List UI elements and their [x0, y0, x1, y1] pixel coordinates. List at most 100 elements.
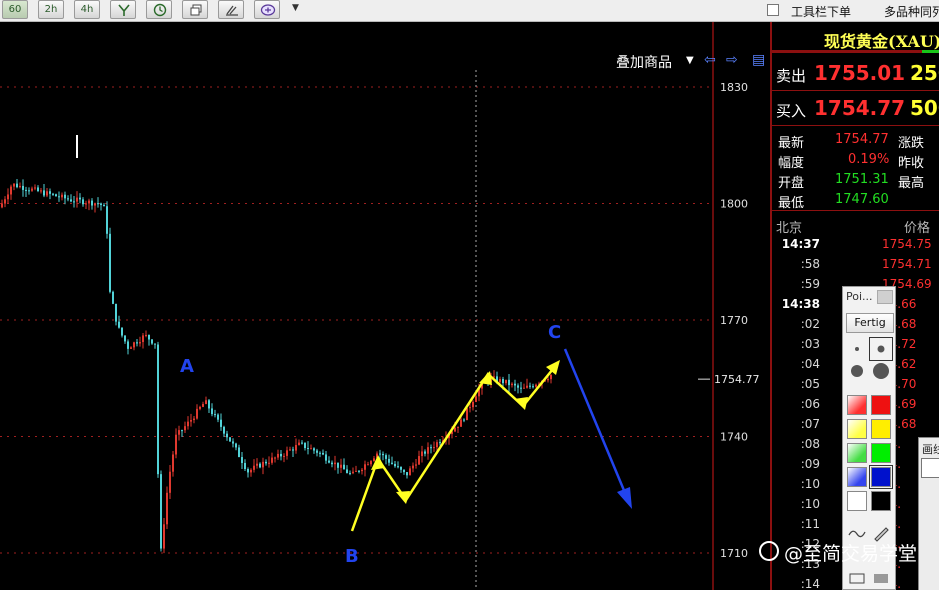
drawing-popup[interactable]: 画线	[918, 437, 939, 590]
candle-body	[337, 462, 339, 468]
candle-body	[364, 464, 366, 470]
projection-arrow[interactable]	[563, 348, 630, 501]
palette-title: Poi...	[846, 290, 873, 303]
windows-button[interactable]	[182, 0, 208, 19]
ask-row[interactable]: 卖出 1755.01 250	[772, 59, 939, 91]
candle-body	[397, 466, 399, 468]
candle-body	[118, 321, 120, 328]
candle-body	[430, 447, 432, 449]
candle-body	[523, 387, 525, 389]
candle-body	[289, 449, 291, 451]
chevron-down-icon[interactable]: ▼	[686, 55, 694, 66]
draw-tool-button[interactable]	[218, 0, 244, 19]
period-60-button[interactable]: 60	[2, 0, 28, 19]
multi-product-button[interactable]: 多品种同列	[884, 3, 939, 20]
candle-body	[109, 233, 111, 292]
bid-row[interactable]: 买入 1754.77 500	[772, 94, 939, 126]
candle-body	[52, 193, 54, 195]
toolbox-button[interactable]	[254, 0, 280, 19]
point-small-button[interactable]	[847, 339, 867, 359]
windows-icon	[190, 4, 202, 16]
candle-body	[256, 463, 258, 466]
candle-body	[43, 190, 45, 196]
candle-body	[298, 442, 300, 446]
overlay-product-dropdown[interactable]: 叠加商品	[616, 52, 672, 72]
label-a: A	[180, 356, 194, 377]
candle-body	[193, 418, 195, 421]
period-4h-button[interactable]: 4h	[74, 0, 100, 19]
open-value: 1751.31	[835, 172, 889, 187]
candle-body	[253, 465, 255, 470]
nav-left-icon[interactable]: ⇦	[704, 52, 716, 68]
period-2h-button[interactable]: 2h	[38, 0, 64, 19]
tick-time: :58	[800, 257, 820, 271]
candle-body	[145, 334, 147, 336]
latest-value: 1754.77	[835, 132, 889, 147]
candle-body	[121, 327, 123, 336]
candle-body	[502, 378, 504, 384]
candle-body	[406, 472, 408, 476]
candle-body	[358, 470, 360, 472]
palette-close-button[interactable]	[877, 290, 893, 304]
toolbar-order-checkbox[interactable]	[767, 4, 779, 16]
point-xlarge-button[interactable]	[871, 361, 891, 381]
candle-body	[88, 200, 90, 204]
nav-right-icon[interactable]: ⇨	[726, 52, 738, 68]
clock-icon	[153, 3, 167, 17]
candle-body	[367, 464, 369, 466]
panel-toggle-icon[interactable]: ▤	[752, 52, 765, 68]
candlestick-chart[interactable]: 1830 1800 1770 1740 1710 1754.77 A B C 叠加商品 …	[0, 22, 770, 590]
point-large-button[interactable]	[847, 361, 867, 381]
toolbar-more-dropdown[interactable]: ▼	[292, 3, 299, 13]
candle-body	[199, 406, 201, 409]
toolbar-order-label: 工具栏下单	[791, 5, 852, 19]
candle-body	[286, 450, 288, 456]
clock-button[interactable]	[146, 0, 172, 19]
candle-body	[85, 203, 87, 205]
point-medium-button[interactable]	[869, 337, 893, 361]
dot-medium-icon	[877, 345, 885, 353]
draw-tool-icon	[226, 5, 238, 16]
tick-time: :05	[800, 377, 820, 391]
candle-body	[535, 384, 537, 387]
palette-color-swatch[interactable]	[847, 419, 867, 439]
fill-tool-button[interactable]	[871, 569, 891, 589]
palette-color-swatch[interactable]	[847, 491, 867, 511]
palette-color-swatch[interactable]	[871, 491, 891, 511]
palette-color-swatch[interactable]	[847, 395, 867, 415]
palette-color-swatch[interactable]	[871, 443, 891, 463]
dot-small-icon	[855, 347, 859, 351]
candle-body	[64, 194, 66, 199]
rectangle-tool-button[interactable]	[847, 569, 867, 589]
candle-body	[40, 190, 42, 192]
palette-color-swatch[interactable]	[871, 395, 891, 415]
candle-body	[82, 199, 84, 205]
candle-body	[94, 203, 96, 206]
candle-body	[238, 447, 240, 458]
candle-body	[235, 443, 237, 448]
candle-body	[355, 470, 357, 472]
candle-body	[37, 187, 39, 192]
drawing-popup-field[interactable]	[921, 458, 939, 478]
candle-body	[472, 401, 474, 408]
candle-body	[28, 190, 30, 192]
candle-body	[307, 448, 309, 450]
candle-body	[532, 386, 534, 388]
candle-body	[433, 447, 435, 449]
palette-done-button[interactable]: Fertig	[846, 313, 894, 333]
filter-button[interactable]	[110, 0, 136, 19]
candle-body	[328, 460, 330, 463]
tick-time: :03	[800, 337, 820, 351]
palette-color-swatch[interactable]	[847, 443, 867, 463]
candle-body	[268, 462, 270, 464]
wave-arrow-head-4	[514, 397, 528, 410]
candle-body	[49, 191, 51, 194]
palette-color-swatch[interactable]	[871, 419, 891, 439]
candle-body	[424, 451, 426, 454]
palette-color-swatch[interactable]	[869, 465, 893, 489]
candle-body	[547, 379, 549, 381]
candle-body	[34, 187, 36, 189]
wave-drawing-line[interactable]	[350, 363, 558, 532]
candle-body	[340, 464, 342, 468]
palette-color-swatch[interactable]	[847, 467, 867, 487]
